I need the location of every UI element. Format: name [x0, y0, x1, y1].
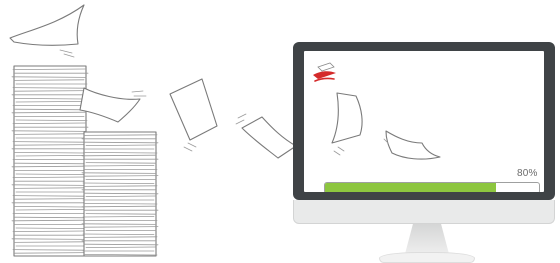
monitor-bezel: 80%: [293, 42, 555, 200]
paper-stack-tall: [11, 65, 89, 257]
paper-stack-short: [81, 131, 159, 257]
monitor-screen: 80%: [304, 51, 544, 192]
flying-paper-icon: [169, 78, 218, 141]
monitor: 80%: [293, 42, 557, 263]
progress-percent-label: 80%: [517, 168, 538, 179]
logo-icon: [313, 62, 336, 82]
progress-bar-fill: [325, 183, 497, 192]
monitor-stand-neck: [405, 224, 449, 254]
flying-paper-icon: [385, 130, 441, 160]
progress-bar: [324, 182, 540, 192]
flying-paper-icon: [9, 4, 85, 46]
monitor-stand-base: [379, 252, 475, 263]
monitor-chin: [293, 200, 555, 224]
flying-paper-icon: [241, 116, 297, 159]
flying-paper-icon: [331, 92, 363, 144]
flying-paper-icon: [79, 87, 141, 123]
